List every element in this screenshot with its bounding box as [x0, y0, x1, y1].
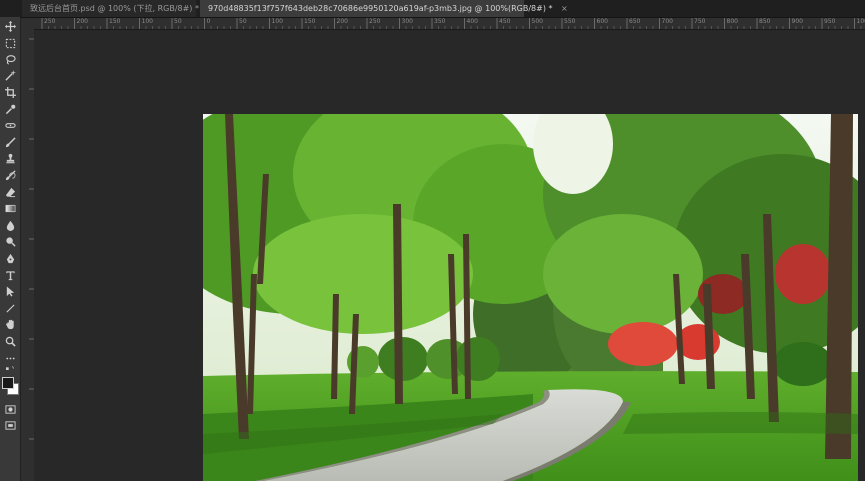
tab-title: 致远后台首页.psd @ 100% (下拉, RGB/8#) * [30, 4, 199, 13]
ruler-tick-label: 50 [174, 18, 182, 25]
ruler-tick-label: 600 [596, 18, 608, 25]
gradient-icon[interactable] [2, 201, 18, 216]
ruler-tick-label: 800 [726, 18, 738, 25]
foreground-color-swatch[interactable] [2, 377, 14, 389]
document-tab-bar: 致远后台首页.psd @ 100% (下拉, RGB/8#) * × 970d4… [0, 0, 865, 18]
ruler-tick-label: 550 [564, 18, 576, 25]
ruler-tick-label: 700 [661, 18, 673, 25]
ruler-tick-label: 150 [304, 18, 316, 25]
magic-wand-icon[interactable] [2, 68, 18, 83]
tab-title: 970d48835f13f757f643deb28c70686e9950120a… [208, 4, 553, 13]
ruler-tick-label: 250 [369, 18, 381, 25]
line-icon[interactable] [2, 301, 18, 316]
ruler-tick-label: 200 [76, 18, 88, 25]
clone-stamp-icon[interactable] [2, 151, 18, 166]
tab-psd-document[interactable]: 致远后台首页.psd @ 100% (下拉, RGB/8#) * × [22, 0, 214, 17]
ruler-tick-label: 100 [141, 18, 153, 25]
eyedropper-icon[interactable] [2, 102, 18, 117]
ruler-tick-label: 650 [629, 18, 641, 25]
tools-panel [0, 17, 21, 481]
ruler-tick-label: 400 [466, 18, 478, 25]
pen-icon[interactable] [2, 251, 18, 266]
dodge-icon[interactable] [2, 234, 18, 249]
ruler-tick-label: 850 [759, 18, 771, 25]
history-brush-icon[interactable] [2, 168, 18, 183]
ruler-tick-label: 950 [824, 18, 836, 25]
ruler-tick-label: 500 [531, 18, 543, 25]
ruler-tick-label: 300 [401, 18, 413, 25]
crop-icon[interactable] [2, 85, 18, 100]
ruler-vertical [21, 29, 35, 481]
zoom-icon[interactable] [2, 334, 18, 349]
ruler-tick-label: 1000 [856, 18, 865, 25]
hand-icon[interactable] [2, 317, 18, 332]
marquee-icon[interactable] [2, 36, 18, 51]
ruler-tick-label: 200 [336, 18, 348, 25]
tab-jpg-document[interactable]: 970d48835f13f757f643deb28c70686e9950120a… [200, 0, 568, 17]
ruler-ticks [41, 18, 862, 29]
brush-icon[interactable] [2, 135, 18, 150]
ruler-tick-label: 750 [694, 18, 706, 25]
document-image[interactable] [203, 114, 858, 481]
close-icon[interactable]: × [561, 4, 568, 13]
type-icon[interactable] [2, 268, 18, 283]
park-path-photo [203, 114, 858, 481]
quick-mask-icon[interactable] [2, 402, 18, 417]
ruler-tick-label: 900 [791, 18, 803, 25]
blur-icon[interactable] [2, 218, 18, 233]
ruler-tick-label: 350 [434, 18, 446, 25]
ruler-tick-label: 150 [109, 18, 121, 25]
ruler-tick-label: 0 [206, 18, 211, 25]
swap-colors-icon[interactable] [2, 366, 18, 374]
path-selection-icon[interactable] [2, 284, 18, 299]
ruler-tick-label: 50 [239, 18, 247, 25]
healing-brush-icon[interactable] [2, 118, 18, 133]
more-tools-icon[interactable] [2, 351, 18, 366]
ruler-tick-label: 100 [271, 18, 283, 25]
move-icon[interactable] [2, 19, 18, 34]
ruler-horizontal: 250 200 150 100 50 0 50 100 150 200 250 300 350 400 45… [34, 18, 865, 30]
ruler-tick-label: 250 [44, 18, 56, 25]
ruler-tick-label: 450 [499, 18, 511, 25]
lasso-icon[interactable] [2, 52, 18, 67]
screen-mode-icon[interactable] [2, 418, 18, 433]
eraser-icon[interactable] [2, 185, 18, 200]
